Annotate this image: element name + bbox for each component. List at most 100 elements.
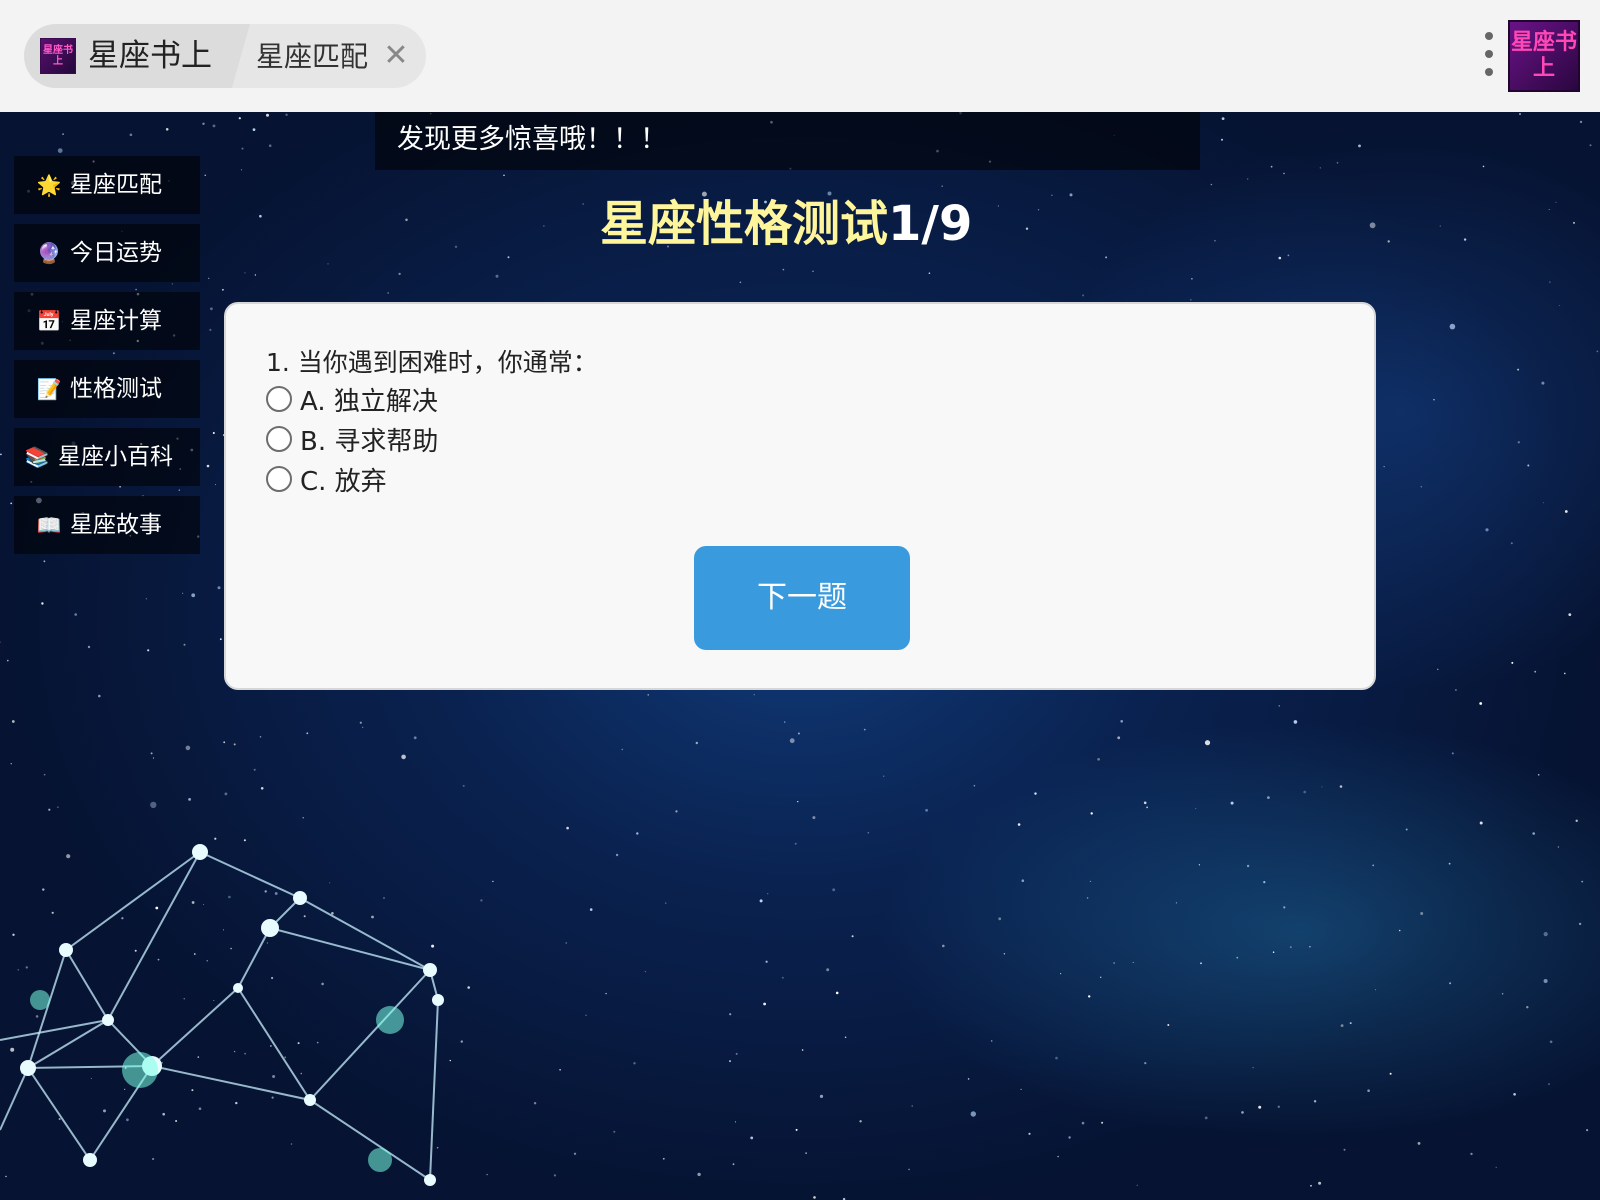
star-dot: [1437, 668, 1439, 670]
star-dot: [10, 763, 12, 765]
star-dot: [202, 122, 205, 125]
star-dot: [835, 991, 839, 995]
star-dot: [1387, 240, 1390, 243]
star-dot: [967, 1078, 970, 1080]
star-dot: [507, 256, 510, 259]
star-dot: [1321, 786, 1323, 788]
star-dot: [10, 502, 13, 505]
star-dot: [233, 743, 236, 746]
star-dot: [1089, 880, 1092, 883]
sidebar-item-constellation-match[interactable]: 🌟 星座匹配: [14, 156, 200, 214]
star-dot: [553, 1174, 557, 1177]
sidebar-item-label: 星座计算: [70, 308, 162, 334]
sidebar-item-label: 今日运势: [70, 240, 162, 266]
star-dot: [1313, 1100, 1317, 1103]
option-label: C. 放弃: [300, 467, 387, 497]
star-dot: [1557, 846, 1560, 848]
option-a[interactable]: A. 独立解决: [266, 384, 438, 420]
star-dot: [1534, 670, 1537, 673]
star-dot: [1417, 1142, 1421, 1145]
next-question-button[interactable]: 下一题: [694, 546, 910, 650]
star-dot: [217, 586, 221, 590]
tab-constellation-match[interactable]: 星座匹配: [256, 40, 368, 74]
star-dot: [782, 268, 785, 271]
star-dot: [695, 741, 698, 745]
star-dot: [863, 728, 866, 731]
star-dot: [212, 124, 216, 128]
tab-home[interactable]: 星座书上 星座书上: [24, 24, 250, 88]
radio-option-b[interactable]: [266, 425, 292, 452]
star-dot: [1548, 1083, 1550, 1085]
star-dot: [1132, 962, 1134, 963]
question-text: 1. 当你遇到困难时，你通常：: [266, 348, 598, 377]
sidebar-item-stories[interactable]: 📖 星座故事: [14, 496, 200, 554]
star-dot: [241, 147, 244, 150]
close-icon[interactable]: ✕: [380, 40, 412, 72]
star-dot: [1532, 832, 1535, 835]
star-dot: [697, 1172, 701, 1177]
option-c[interactable]: C. 放弃: [266, 464, 387, 500]
memo-icon: 📝: [36, 377, 62, 401]
star-dot: [589, 908, 593, 911]
star-dot: [1090, 812, 1093, 815]
sidebar-item-personality-test[interactable]: 📝 性格测试: [14, 360, 200, 418]
star-dot: [1069, 193, 1073, 197]
star-dot: [165, 128, 169, 131]
star-dot: [492, 880, 494, 883]
star-dot: [1068, 1136, 1071, 1139]
star-dot: [206, 464, 210, 468]
radio-option-c[interactable]: [266, 465, 292, 492]
sidebar-item-daily-fortune[interactable]: 🔮 今日运势: [14, 224, 200, 282]
star-dot: [732, 1163, 735, 1166]
radio-option-a[interactable]: [266, 385, 292, 412]
star-dot: [405, 218, 408, 222]
star-dot: [1310, 1184, 1312, 1187]
star-dot: [362, 726, 364, 728]
star-dot: [797, 801, 799, 803]
star-dot: [729, 1013, 732, 1016]
star-dot: [1003, 953, 1006, 955]
star-dot: [1541, 381, 1545, 385]
star-dot: [359, 721, 362, 724]
star-dot: [1537, 774, 1540, 776]
star-dot: [150, 801, 157, 809]
star-dot: [585, 1014, 587, 1016]
star-dot: [204, 174, 206, 176]
star-dot: [212, 432, 215, 434]
star-dot: [781, 976, 784, 979]
option-b[interactable]: B. 寻求帮助: [266, 424, 438, 460]
star-dot: [209, 328, 212, 331]
star-dot: [543, 225, 545, 227]
star-dot: [826, 968, 830, 972]
sidebar-item-encyclopedia[interactable]: 📚 星座小百科: [14, 428, 200, 486]
star-dot: [62, 133, 64, 135]
star-dot: [675, 810, 678, 813]
star-dot: [1581, 880, 1584, 883]
star-dot: [1519, 113, 1521, 115]
star-dot: [1479, 702, 1483, 705]
star-dot: [1051, 194, 1053, 196]
star-dot: [1543, 932, 1548, 937]
star-dot: [208, 277, 210, 279]
star-dot: [152, 757, 155, 759]
more-menu-icon[interactable]: [1482, 32, 1496, 78]
star-dot: [1358, 144, 1361, 148]
star-dot: [1055, 1056, 1058, 1060]
sidebar-item-constellation-calc[interactable]: 📅 星座计算: [14, 292, 200, 350]
star-dot: [1144, 1062, 1147, 1065]
star-dot: [801, 1049, 804, 1051]
star-dot: [1221, 117, 1225, 120]
star-dot: [565, 942, 567, 944]
star-dot: [1548, 209, 1550, 210]
star-dot: [210, 307, 213, 311]
tab-home-label: 星座书上: [88, 38, 212, 74]
star-dot: [57, 148, 63, 153]
star-dot: [1596, 350, 1599, 353]
star-dot: [1190, 299, 1192, 301]
star-dot: [559, 1069, 561, 1071]
star-dot: [1105, 256, 1108, 259]
star-dot: [224, 792, 228, 796]
star-dot: [1527, 464, 1530, 467]
title-text: 星座性格测试: [600, 196, 889, 252]
star-dot: [1449, 982, 1452, 985]
